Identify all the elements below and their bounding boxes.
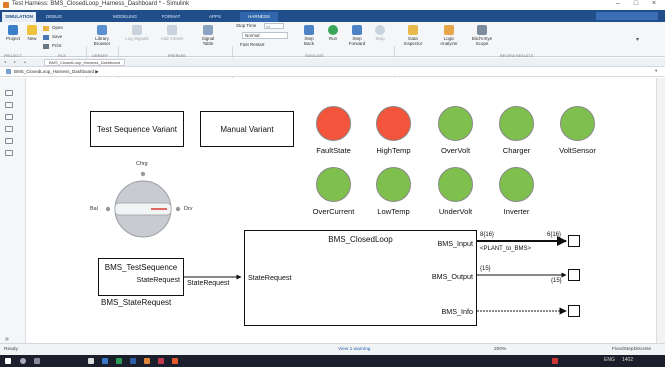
ribbon-tab-bar: SIMULATION DEBUG MODELING FORMAT APPS HA… (0, 10, 665, 22)
birds-eye-scope-button[interactable]: Bird's-Eye Scope (468, 25, 496, 46)
stop-icon (375, 25, 385, 35)
nav-forward-icon[interactable]: ▸ (14, 59, 16, 64)
annotation-icon[interactable] (5, 138, 13, 144)
fit-view-icon[interactable] (5, 102, 13, 108)
close-button[interactable]: × (648, 0, 660, 7)
table-icon (203, 25, 213, 35)
warning-link[interactable]: View 1 warning (338, 347, 370, 352)
arrow-icon[interactable] (5, 114, 13, 120)
vertical-scrollbar[interactable] (656, 78, 665, 343)
status-bar: Ready View 1 warning 200% FixedStepDiscr… (0, 343, 665, 355)
task-view-icon[interactable] (34, 358, 40, 364)
scope-icon (477, 25, 487, 35)
bms-input-out-width-label: 6{16} (547, 232, 562, 238)
logic-analyzer-icon (444, 25, 454, 35)
expand-palette-icon[interactable]: » (5, 336, 9, 343)
step-forward-button[interactable]: Step Forward (346, 25, 368, 46)
tab-debug[interactable]: DEBUG (40, 12, 68, 22)
ribbon-toolbar: Project New Open Save Print Library Brow… (0, 22, 665, 78)
nav-up-icon[interactable]: ▴ (24, 59, 26, 64)
signal-table-button[interactable]: Signal Table (196, 25, 220, 46)
minimize-button[interactable]: – (612, 0, 624, 7)
log-signals-icon (132, 25, 142, 35)
address-bar: BMS_ClosedLoop_Harness_Dashboard ▶ ▾ (0, 67, 665, 77)
model-tab[interactable]: BMS_ClosedLoop_Harness_Dashboard (44, 59, 126, 66)
viewer-icon (167, 25, 177, 35)
library-browser-button[interactable]: Library Browser (90, 25, 114, 46)
save-button[interactable]: Save (43, 34, 71, 40)
library-icon (97, 25, 107, 35)
search-documentation-field[interactable] (596, 12, 658, 20)
windows-taskbar: ENG 1402 (0, 355, 665, 367)
data-inspector-button[interactable]: Data Inspector (400, 25, 426, 46)
window-title: Test Harness: BMS_ClosedLoop_Harness_Das… (12, 1, 190, 7)
folder-icon (43, 26, 49, 31)
plant-to-bms-bus-label: <PLANT_to_BMS> (480, 246, 532, 252)
outport-bms-output[interactable] (568, 269, 580, 281)
step-back-icon (304, 25, 314, 35)
left-tool-palette: » (0, 78, 26, 343)
step-forward-icon (352, 25, 362, 35)
bms-input-width-label: 8{16} (480, 232, 495, 238)
new-button[interactable]: New (25, 25, 39, 41)
add-viewer-button[interactable]: Add Viewer (160, 25, 184, 41)
simulink-logo-icon (3, 2, 9, 8)
maximize-button[interactable]: □ (630, 0, 642, 7)
model-icon (6, 69, 11, 74)
language-indicator[interactable]: ENG (604, 357, 615, 363)
start-icon[interactable] (5, 358, 11, 364)
outport-bms-info[interactable] (568, 305, 580, 317)
open-button[interactable]: Open (43, 25, 71, 31)
tab-format[interactable]: FORMAT (156, 12, 186, 22)
project-button[interactable]: Project (4, 25, 22, 41)
model-canvas[interactable]: Test Sequence Variant Manual Variant Fau… (27, 78, 656, 343)
data-inspector-icon (408, 25, 418, 35)
fast-restart-button[interactable]: Fast Restart (240, 42, 280, 47)
bms-output-out-width-label: {15} (551, 278, 562, 284)
search-icon[interactable] (20, 358, 26, 364)
project-icon (8, 25, 18, 35)
notification-icon[interactable] (552, 358, 558, 364)
run-button[interactable]: Run (324, 25, 342, 41)
state-request-signal-label: StateRequest (187, 280, 230, 287)
outport-bms-input[interactable] (568, 235, 580, 247)
tab-simulation[interactable]: SIMULATION (2, 12, 36, 22)
run-icon (328, 25, 338, 35)
word-icon[interactable] (130, 358, 136, 364)
edge-icon[interactable] (102, 358, 108, 364)
step-back-button[interactable]: Step Back (300, 25, 318, 46)
stop-time-input[interactable]: inf (264, 23, 284, 29)
model-tab-bar: ◂ ▸ ▴ BMS_ClosedLoop_Harness_Dashboard (0, 58, 665, 67)
bms-output-width-label: {15} (480, 266, 491, 272)
zoom-icon[interactable] (5, 90, 13, 96)
file-explorer-icon[interactable] (88, 358, 94, 364)
area-icon[interactable] (5, 150, 13, 156)
solver-status[interactable]: FixedStepDiscrete (612, 347, 651, 352)
address-dropdown-icon[interactable]: ▾ (655, 68, 657, 74)
tab-harness[interactable]: HARNESS (240, 12, 278, 22)
excel-icon[interactable] (116, 358, 122, 364)
clock[interactable]: 1402 (622, 357, 633, 363)
matlab-icon[interactable] (144, 358, 150, 364)
image-icon[interactable] (5, 126, 13, 132)
print-button[interactable]: Print (43, 43, 71, 49)
nav-back-icon[interactable]: ◂ (4, 59, 6, 64)
stop-button[interactable]: Stop (372, 25, 388, 41)
status-ready: Ready (4, 347, 18, 352)
app-icon[interactable] (158, 358, 164, 364)
tab-apps[interactable]: APPS (202, 12, 228, 22)
ribbon-expand-icon[interactable]: ▾ (636, 36, 639, 43)
logic-analyzer-button[interactable]: Logic Analyzer (436, 25, 462, 46)
tab-modeling[interactable]: MODELING (108, 12, 142, 22)
stop-time-label: Stop Time (236, 23, 257, 28)
log-signals-button[interactable]: Log Signals (124, 25, 150, 41)
simulink-taskbar-icon[interactable] (172, 358, 178, 364)
new-icon (27, 25, 37, 35)
save-icon (43, 35, 49, 40)
signal-lines (184, 236, 567, 315)
title-bar: Test Harness: BMS_ClosedLoop_Harness_Das… (0, 0, 665, 10)
print-icon (43, 44, 49, 49)
breadcrumb[interactable]: BMS_ClosedLoop_Harness_Dashboard ▶ (14, 69, 99, 75)
zoom-level: 200% (494, 347, 507, 352)
